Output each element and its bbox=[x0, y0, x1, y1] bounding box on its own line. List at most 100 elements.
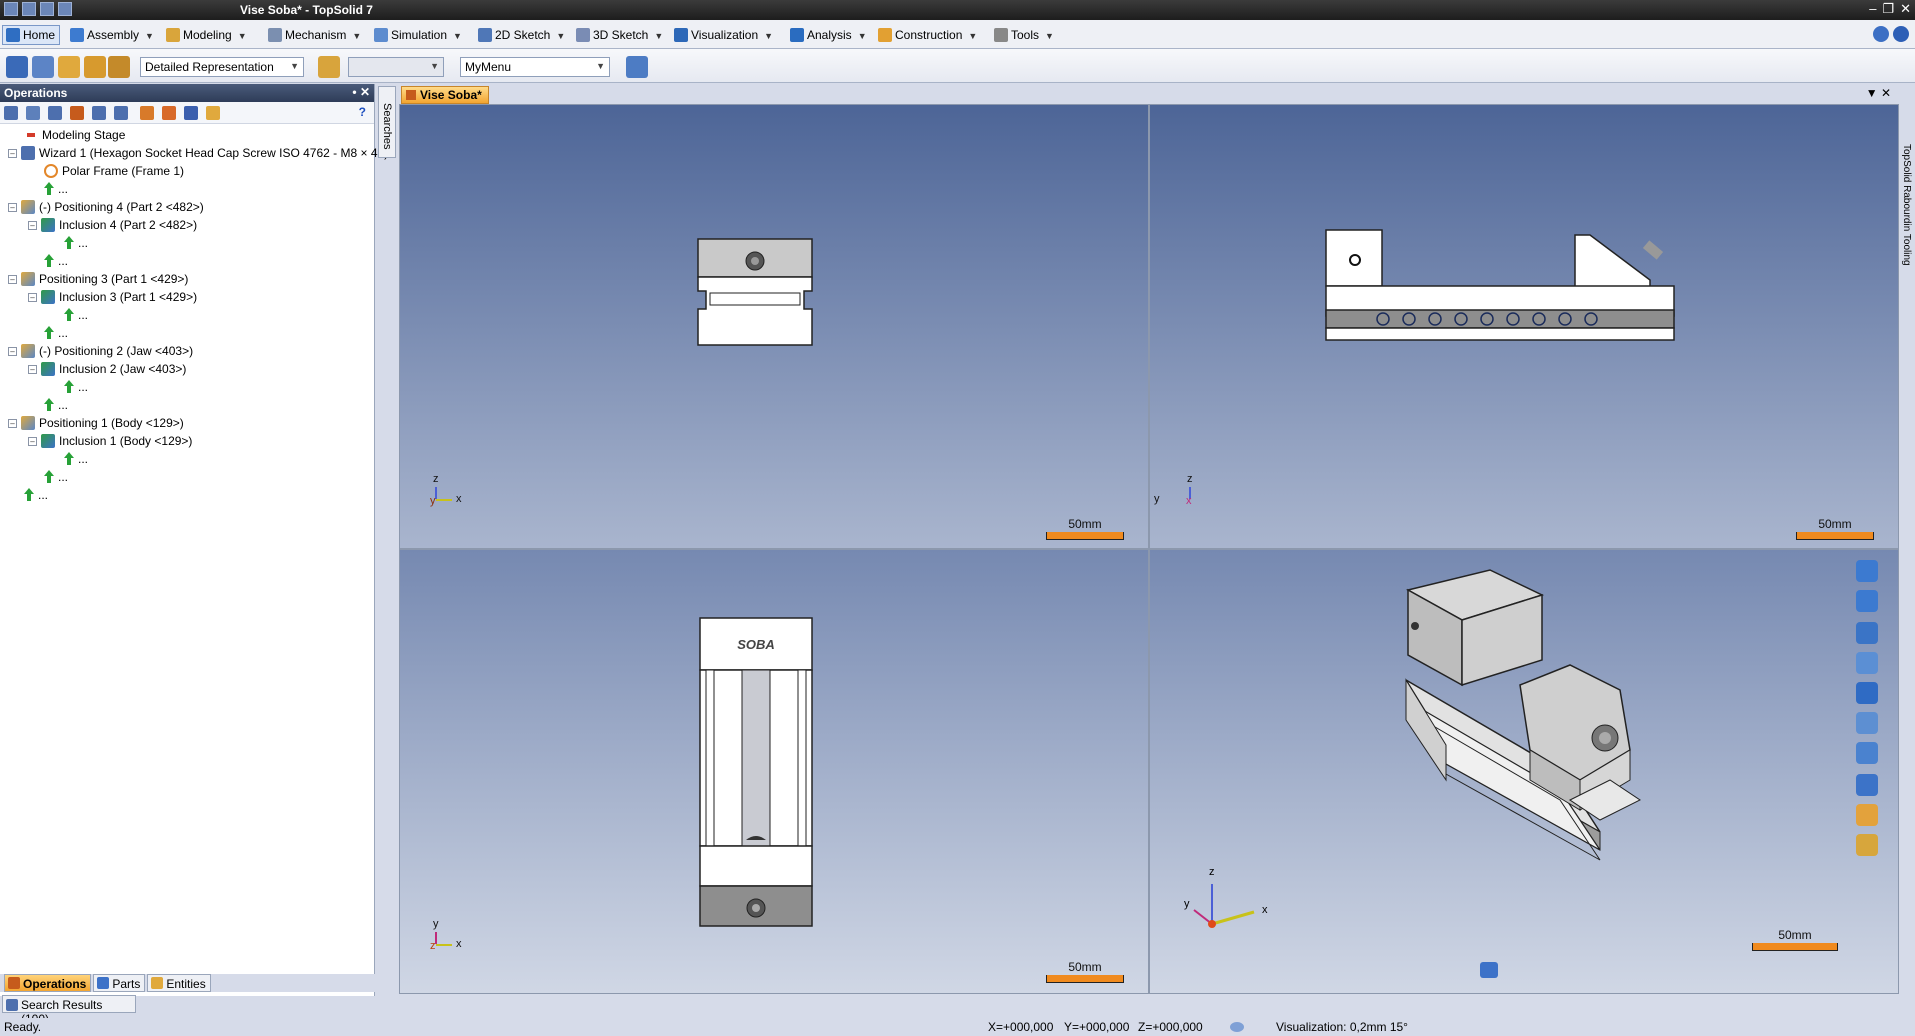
tab-parts[interactable]: Parts bbox=[93, 974, 146, 992]
viewport-front[interactable]: z y x 50mm bbox=[399, 104, 1149, 549]
chart-icon[interactable] bbox=[626, 56, 648, 78]
collapse-icon[interactable]: – bbox=[28, 220, 37, 230]
rotate-icon[interactable] bbox=[1856, 590, 1878, 612]
document-controls[interactable]: ▼ ✕ bbox=[1866, 86, 1891, 100]
tree-node[interactable]: Modeling Stage bbox=[24, 126, 125, 144]
collapse-icon[interactable]: – bbox=[8, 274, 17, 284]
tree-tool-icon[interactable] bbox=[140, 106, 154, 120]
tree-tool-icon[interactable] bbox=[114, 106, 128, 120]
collapse-icon[interactable]: – bbox=[8, 148, 17, 158]
status-bar: Ready. X=+000,000 Y=+000,000 Z=+000,000 … bbox=[0, 1018, 1915, 1036]
search-results-tab[interactable]: Search Results (100) bbox=[2, 995, 136, 1026]
redo-icon[interactable] bbox=[40, 2, 54, 16]
help-query-icon[interactable] bbox=[1856, 834, 1878, 856]
ribbon-right-icons bbox=[1873, 26, 1909, 42]
tab-2d-sketch[interactable]: 2D Sketch ▼ bbox=[474, 25, 570, 45]
tree-tool-icon[interactable] bbox=[48, 106, 62, 120]
tree-node[interactable]: ... bbox=[44, 180, 68, 198]
tree-node[interactable]: ... bbox=[64, 306, 88, 324]
quick-access-toolbar[interactable] bbox=[4, 2, 72, 16]
collapse-icon[interactable]: – bbox=[28, 364, 37, 374]
options-icon[interactable] bbox=[1873, 26, 1889, 42]
tab-home[interactable]: Home bbox=[2, 25, 61, 45]
tree-node[interactable]: ... bbox=[44, 468, 68, 486]
hand-tool-icon[interactable] bbox=[84, 56, 106, 78]
tree-node[interactable]: – (-) Positioning 2 (Jaw <403>) bbox=[8, 342, 193, 360]
collapse-icon[interactable]: – bbox=[8, 346, 17, 356]
view-direction-icon[interactable] bbox=[1856, 622, 1878, 644]
tree-node[interactable]: – Positioning 1 (Body <129>) bbox=[8, 414, 184, 432]
tab-tools[interactable]: Tools ▼ bbox=[990, 25, 1059, 45]
pin-tool-icon[interactable] bbox=[58, 56, 80, 78]
panel-controls[interactable]: • ✕ bbox=[352, 85, 370, 99]
tree-tool-icon[interactable] bbox=[26, 106, 40, 120]
render-mode-icon[interactable] bbox=[1856, 774, 1878, 796]
tab-operations[interactable]: Operations bbox=[4, 974, 92, 992]
empty-select[interactable]: ▼ bbox=[348, 57, 444, 77]
save-icon[interactable] bbox=[4, 2, 18, 16]
tab-simulation[interactable]: Simulation ▼ bbox=[370, 25, 467, 45]
sketch-tool-icon[interactable] bbox=[6, 56, 28, 78]
tree-node[interactable]: ... bbox=[44, 252, 68, 270]
tree-node[interactable]: – Inclusion 1 (Body <129>) bbox=[28, 432, 192, 450]
tab-visualization[interactable]: Visualization ▼ bbox=[670, 25, 778, 45]
collapse-icon[interactable]: – bbox=[8, 202, 17, 212]
tree-node[interactable]: ... bbox=[44, 396, 68, 414]
representation-tool-icon[interactable] bbox=[318, 56, 340, 78]
tab-entities[interactable]: Entities bbox=[147, 974, 211, 992]
zoom-icon[interactable] bbox=[1856, 742, 1878, 764]
viewport-layout-icon[interactable] bbox=[1856, 682, 1878, 704]
view-navigation-bar bbox=[1852, 560, 1886, 870]
close-icon[interactable]: ✕ bbox=[1900, 1, 1911, 17]
tree-node[interactable]: ... bbox=[64, 450, 88, 468]
help-icon[interactable] bbox=[1893, 26, 1909, 42]
collapse-icon[interactable]: – bbox=[28, 292, 37, 302]
tree-node[interactable]: – Inclusion 4 (Part 2 <482>) bbox=[28, 216, 197, 234]
tree-tool-icon[interactable] bbox=[92, 106, 106, 120]
tab-modeling[interactable]: Modeling ▼ bbox=[162, 25, 252, 45]
tab-analysis[interactable]: Analysis ▼ bbox=[786, 25, 872, 45]
tree-node[interactable]: – Positioning 3 (Part 1 <429>) bbox=[8, 270, 188, 288]
print-icon[interactable] bbox=[58, 2, 72, 16]
tree-node[interactable]: ... bbox=[24, 486, 48, 504]
menu-select[interactable]: MyMenu ▼ bbox=[460, 57, 610, 77]
collapse-icon[interactable]: – bbox=[8, 418, 17, 428]
zoom-all-icon[interactable] bbox=[1856, 712, 1878, 734]
orbit-icon[interactable] bbox=[1856, 652, 1878, 674]
viewport-top[interactable]: SOBA y z x 50mm bbox=[399, 549, 1149, 994]
tab-3d-sketch[interactable]: 3D Sketch ▼ bbox=[572, 25, 668, 45]
viewport-iso[interactable]: z x y 50mm bbox=[1149, 549, 1899, 994]
tree-tool-icon[interactable] bbox=[4, 106, 18, 120]
searches-tab[interactable]: Searches bbox=[378, 86, 396, 158]
tab-construction[interactable]: Construction ▼ bbox=[874, 25, 982, 45]
tree-node[interactable]: ... bbox=[64, 378, 88, 396]
right-dock[interactable]: TopSolid Rabourdin Tooling bbox=[1899, 84, 1915, 996]
pan-icon[interactable] bbox=[1856, 560, 1878, 582]
restore-icon[interactable]: ❐ bbox=[1882, 1, 1894, 17]
tree-node[interactable]: – Wizard 1 (Hexagon Socket Head Cap Screw… bbox=[8, 144, 388, 162]
tree-node[interactable]: ... bbox=[44, 324, 68, 342]
undo-icon[interactable] bbox=[22, 2, 36, 16]
tree-tool-icon[interactable] bbox=[70, 106, 84, 120]
minimize-icon[interactable]: – bbox=[1869, 1, 1876, 17]
measure-icon[interactable] bbox=[32, 56, 54, 78]
representation-select[interactable]: Detailed Representation ▼ bbox=[140, 57, 304, 77]
tree-tool-icon[interactable] bbox=[162, 106, 176, 120]
tree-node[interactable]: – (-) Positioning 4 (Part 2 <482>) bbox=[8, 198, 204, 216]
tree-node[interactable]: – Inclusion 3 (Part 1 <429>) bbox=[28, 288, 197, 306]
tab-mechanism[interactable]: Mechanism ▼ bbox=[264, 25, 366, 45]
gear-icon[interactable] bbox=[108, 56, 130, 78]
filter-icon[interactable] bbox=[1480, 962, 1498, 978]
tree-node[interactable]: ... bbox=[64, 234, 88, 252]
tree-node[interactable]: Polar Frame (Frame 1) bbox=[44, 162, 184, 180]
tree-tool-icon[interactable] bbox=[184, 106, 198, 120]
tab-assembly[interactable]: Assembly ▼ bbox=[66, 25, 159, 45]
color-icon[interactable] bbox=[1856, 804, 1878, 826]
document-tab[interactable]: Vise Soba* bbox=[401, 86, 489, 104]
help-icon[interactable]: ? bbox=[359, 105, 366, 119]
panel-tabs: Operations Parts Entities bbox=[0, 974, 375, 992]
collapse-icon[interactable]: – bbox=[28, 436, 37, 446]
viewport-side[interactable]: z y x 50mm bbox=[1149, 104, 1899, 549]
tree-tool-icon[interactable] bbox=[206, 106, 220, 120]
tree-node[interactable]: – Inclusion 2 (Jaw <403>) bbox=[28, 360, 186, 378]
